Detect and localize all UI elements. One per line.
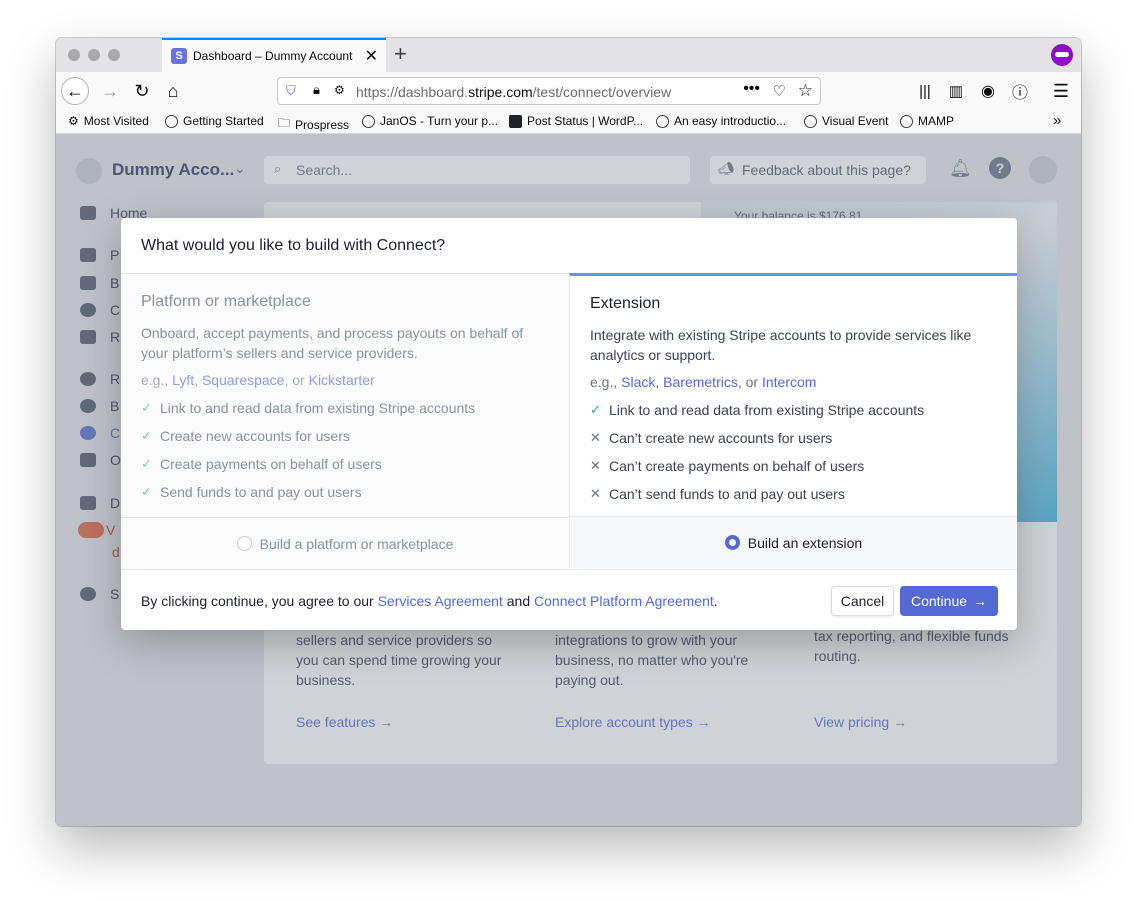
stripe-favicon-icon: S bbox=[171, 48, 187, 64]
bookmark-item[interactable]: JanOS - Turn your p... bbox=[362, 114, 498, 128]
check-icon: ✓ bbox=[141, 428, 152, 443]
example-link-baremetrics[interactable]: Baremetrics bbox=[663, 374, 738, 390]
pocket-icon[interactable]: ♡ bbox=[773, 82, 786, 100]
example-link-squarespace[interactable]: Squarespace bbox=[202, 372, 285, 388]
back-button[interactable]: ← bbox=[61, 77, 89, 105]
globe-icon bbox=[362, 114, 375, 128]
reload-button[interactable]: ↻ bbox=[128, 77, 156, 105]
arrow-right-icon: → bbox=[973, 593, 988, 609]
tab-title: Dashboard – Dummy Account 2 bbox=[193, 49, 355, 63]
feature-item: ✕ Can’t create new accounts for users bbox=[590, 430, 833, 446]
account-icon[interactable]: ◉ bbox=[974, 77, 1002, 105]
folder-icon: 🗀︎ bbox=[278, 116, 291, 130]
connect-build-dialog: What would you like to build with Connec… bbox=[121, 218, 1017, 630]
more-bookmarks-icon[interactable]: » bbox=[1053, 112, 1061, 129]
check-icon: ✓ bbox=[141, 400, 152, 415]
globe-icon bbox=[900, 114, 913, 128]
bookmark-item[interactable]: 🗀︎ Prospress bbox=[278, 114, 349, 135]
browser-tab[interactable]: S Dashboard – Dummy Account 2 ✕ bbox=[162, 38, 386, 72]
bookmark-item[interactable]: ⚙ Most Visited bbox=[68, 114, 149, 128]
continue-button[interactable]: Continue → bbox=[900, 586, 998, 616]
option-description: Integrate with existing Stripe accounts … bbox=[590, 327, 972, 363]
bookmark-item[interactable]: Post Status | WordP... bbox=[509, 114, 643, 128]
library-icon[interactable]: ||| bbox=[911, 77, 939, 105]
extension-icon[interactable]: ⓘ bbox=[1006, 77, 1034, 105]
permissions-icon[interactable]: ⚙ bbox=[334, 83, 345, 97]
zoom-window-button[interactable] bbox=[108, 49, 120, 61]
globe-icon bbox=[804, 114, 817, 128]
radio-button-selected[interactable] bbox=[724, 535, 740, 550]
feature-item: ✓ Create new accounts for users bbox=[141, 428, 350, 444]
connect-platform-agreement-link[interactable]: Connect Platform Agreement bbox=[534, 593, 714, 609]
page-actions-icon[interactable]: ••• bbox=[743, 80, 760, 98]
navigation-bar: ← → ↻ ⌂ ⛉ 🔒︎ ⚙ https://dashboard.stripe.… bbox=[56, 72, 1081, 110]
home-button[interactable]: ⌂ bbox=[159, 77, 187, 105]
tab-bar: S Dashboard – Dummy Account 2 ✕ + bbox=[56, 38, 1081, 72]
close-tab-icon[interactable]: ✕ bbox=[365, 46, 378, 66]
cross-icon: ✕ bbox=[590, 486, 601, 501]
option-title: Platform or marketplace bbox=[141, 293, 311, 310]
feature-item: ✓ Link to and read data from existing Str… bbox=[590, 402, 925, 418]
menu-icon[interactable]: ☰ bbox=[1047, 77, 1075, 105]
dialog-title: What would you like to build with Connec… bbox=[141, 237, 446, 254]
globe-icon bbox=[165, 114, 178, 128]
close-window-button[interactable] bbox=[68, 49, 80, 61]
dialog-header: What would you like to build with Connec… bbox=[121, 218, 1017, 274]
cross-icon: ✕ bbox=[590, 430, 601, 445]
globe-icon bbox=[656, 114, 669, 128]
platform-radio-option[interactable]: Build a platform or marketplace bbox=[121, 517, 569, 569]
post-status-icon bbox=[509, 114, 522, 128]
forward-button[interactable]: → bbox=[96, 77, 124, 105]
platform-option-panel[interactable]: Platform or marketplace Onboard, accept … bbox=[121, 274, 569, 569]
url-bar[interactable]: ⛉ 🔒︎ ⚙ https://dashboard.stripe.com/test… bbox=[277, 77, 821, 105]
cross-icon: ✕ bbox=[590, 458, 601, 473]
feature-item: ✕ Can’t send funds to and pay out users bbox=[590, 486, 845, 502]
dialog-footer: By clicking continue, you agree to our S… bbox=[121, 569, 1017, 630]
example-link-intercom[interactable]: Intercom bbox=[762, 374, 816, 390]
feature-item: ✕ Can’t create payments on behalf of user… bbox=[590, 458, 865, 474]
services-agreement-link[interactable]: Services Agreement bbox=[378, 593, 503, 609]
option-description: Onboard, accept payments, and process pa… bbox=[141, 325, 524, 361]
url-text[interactable]: https://dashboard.stripe.com/test/connec… bbox=[356, 84, 671, 100]
extension-radio-option[interactable]: Build an extension bbox=[570, 516, 1017, 568]
bookmark-item[interactable]: MAMP bbox=[900, 114, 954, 128]
bookmarks-bar: ⚙ Most Visited Getting Started 🗀︎ Prospres… bbox=[56, 110, 1081, 134]
new-tab-button[interactable]: + bbox=[394, 41, 407, 67]
example-link-slack[interactable]: Slack bbox=[621, 374, 655, 390]
gear-icon: ⚙ bbox=[68, 114, 79, 128]
check-icon: ✓ bbox=[590, 402, 601, 417]
cancel-button[interactable]: Cancel bbox=[831, 586, 894, 616]
extension-option-panel[interactable]: Extension Integrate with existing Stripe… bbox=[569, 273, 1017, 568]
bookmark-item[interactable]: Getting Started bbox=[165, 114, 264, 128]
check-icon: ✓ bbox=[141, 456, 152, 471]
example-link-kickstarter[interactable]: Kickstarter bbox=[309, 372, 375, 388]
bookmark-item[interactable]: An easy introductio... bbox=[656, 114, 786, 128]
bookmark-item[interactable]: Visual Event bbox=[804, 114, 889, 128]
examples: e.g., Lyft, Squarespace, or Kickstarter bbox=[141, 372, 375, 388]
feature-item: ✓ Send funds to and pay out users bbox=[141, 484, 362, 500]
private-browsing-icon bbox=[1051, 44, 1073, 66]
examples: e.g., Slack, Baremetrics, or Intercom bbox=[590, 374, 817, 390]
check-icon: ✓ bbox=[141, 484, 152, 499]
feature-item: ✓ Create payments on behalf of users bbox=[141, 456, 382, 472]
lock-icon[interactable]: 🔒︎ bbox=[313, 82, 320, 98]
option-title: Extension bbox=[590, 295, 661, 312]
example-link-lyft[interactable]: Lyft bbox=[172, 372, 194, 388]
tracking-protection-icon[interactable]: ⛉ bbox=[286, 83, 296, 99]
bookmark-star-icon[interactable]: ☆ bbox=[798, 81, 813, 101]
minimize-window-button[interactable] bbox=[88, 49, 100, 61]
feature-item: ✓ Link to and read data from existing Str… bbox=[141, 400, 476, 416]
sidebar-icon[interactable]: ▥ bbox=[942, 77, 970, 105]
agreement-text: By clicking continue, you agree to our S… bbox=[141, 593, 718, 609]
radio-button[interactable] bbox=[236, 536, 252, 551]
